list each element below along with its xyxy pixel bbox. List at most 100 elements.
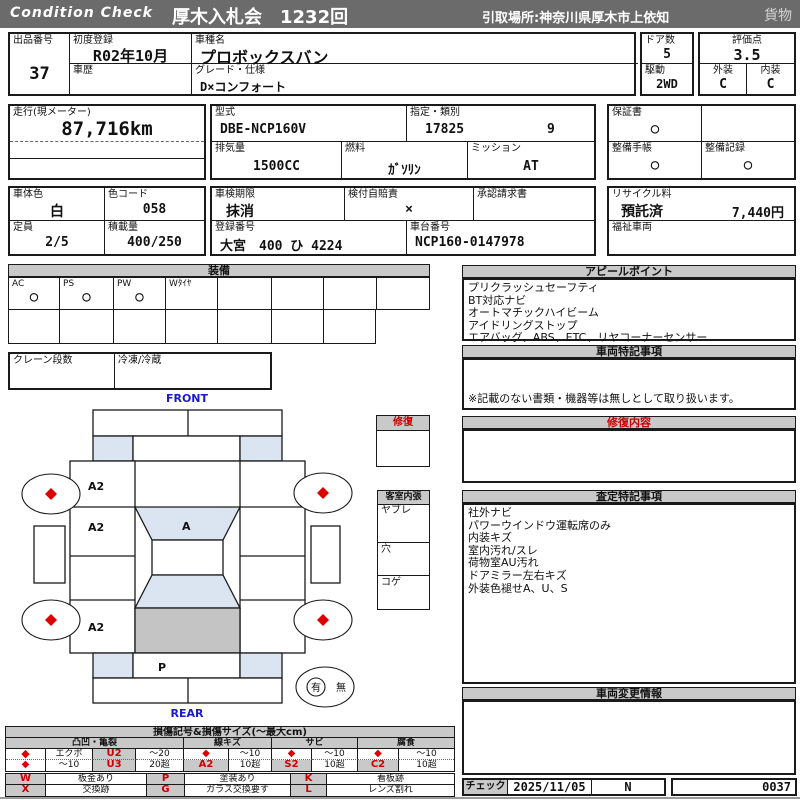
field-welfare: 福祉車両 [609, 221, 794, 254]
panel-code-p-rear: P [158, 661, 166, 674]
field-jibaiseki: 検付自賠責 × [345, 188, 474, 221]
code-x: X [6, 785, 46, 796]
field-maintenance-record: 整備記録 ○ [702, 142, 794, 178]
repair-flag-title: 修復 [393, 417, 413, 428]
cabin-lining-tear-label: ヤブレ [381, 505, 411, 516]
warranty-label: 保証書 [612, 107, 642, 118]
field-load-capacity: 積載量 400/250 [105, 221, 204, 254]
damage-legend-table: 損傷記号&損傷サイズ(～最大cm) 凸凹・亀裂 線キズ サビ 腐食 ◆ エクボ … [5, 726, 455, 772]
doors-label: ドア数 [645, 35, 675, 46]
crane-fridge-box: クレーン段数 冷凍/冷蔵 [8, 352, 272, 390]
left-side-step-panel [34, 526, 65, 583]
field-model-name: 車種名 プロボックスバン [192, 34, 638, 64]
lot-number-value: 37 [10, 64, 69, 84]
legend-dent-size-20: ～20 [136, 749, 184, 760]
rear-right-corner-panel [240, 653, 282, 678]
legend-dent-code-u2: U2 [93, 749, 136, 760]
field-displacement: 排気量 1500CC [212, 142, 342, 178]
assessment-body: 社外ナビ パワーウインドウ運転席のみ 内装キズ 室内汚れ/スレ 荷物室AU汚れ … [462, 503, 796, 684]
equipment-cell-pw: PW ○ [114, 278, 166, 309]
legend-corrosion-size-over10: 10超 [399, 760, 454, 771]
maintenance-book-label: 整備手帳 [612, 143, 652, 154]
check-inspector: N [592, 780, 664, 794]
panel-code-a2-fender: A2 [88, 480, 104, 493]
displacement-label: 排気量 [215, 143, 245, 154]
load-capacity-value: 400/250 [105, 235, 204, 250]
recycle-fee-label: リサイクル料 [612, 189, 672, 200]
legend-group-dent: 凸凹・亀裂 [6, 738, 184, 749]
appeal-header: アピールポイント [462, 265, 796, 278]
field-lot-number: 出品番号 37 [10, 34, 70, 94]
code-w: W [6, 774, 46, 785]
capacity-label: 定員 [13, 222, 33, 233]
field-doors: ドア数 5 [642, 34, 692, 64]
field-history: 車歴 [70, 64, 192, 94]
body-color-value: 白 [10, 201, 104, 221]
field-warranty: 保証書 ○ [609, 106, 702, 142]
legend-group-corrosion: 腐食 [358, 738, 454, 749]
legend-dent-size-over20: 20超 [136, 760, 184, 771]
assessment-header: 査定特記事項 [462, 490, 796, 503]
bottom-rule [0, 797, 800, 799]
score-box: 評価点 3.5 外装 C 内装 C [698, 32, 796, 96]
legend-diamond-icon: ◆ [184, 749, 229, 760]
equipment-row2-cell [9, 310, 60, 343]
assessment-line: パワーウインドウ運転席のみ [468, 520, 790, 533]
right-side-step-panel [311, 526, 340, 583]
field-registration-number: 登録番号 大宮 400 ひ 4224 [212, 221, 407, 254]
repair-details-header: 修復内容 [462, 416, 796, 429]
mileage-divider-dashed [10, 141, 204, 142]
equipment-row2-cell [272, 310, 324, 343]
equipment-cell-empty-3 [324, 278, 377, 309]
crane-label: クレーン段数 [13, 355, 73, 366]
doors-drive-box: ドア数 5 駆動 2WD [640, 32, 694, 96]
legend-scratch-code-a2: A2 [184, 760, 229, 771]
field-interior-grade: 内装 C [747, 64, 794, 94]
mission-value: AT [468, 159, 594, 174]
recycle-fee-value: 7,440円 [732, 202, 784, 221]
auction-title: 厚木入札会 1232回 [172, 3, 348, 29]
equipment-row2-cell [166, 310, 218, 343]
exterior-grade-label: 外装 [700, 65, 746, 76]
legend-diamond-icon: ◆ [6, 760, 46, 771]
vehicle-id-box: 出品番号 37 初度登録 R02年10月 車種名 プロボックスバン 車歴 グレー… [8, 32, 636, 96]
grade-label: グレード・仕様 [195, 65, 265, 76]
equipment-row-1: AC ○ PS ○ PW ○ Wﾀｲﾔ [8, 277, 430, 310]
condition-check-logo: Condition Check [10, 5, 153, 21]
vin-label: 車台番号 [410, 222, 450, 233]
code-l: L [291, 785, 327, 796]
equipment-header: 装備 [8, 264, 430, 277]
cabin-lining-row-tear: ヤブレ [378, 504, 429, 543]
equipment-row-2 [8, 309, 376, 344]
repair-flag-box: 修復 [376, 415, 430, 467]
panel-code-a2-quarter: A2 [88, 621, 104, 634]
hood-left-corner-panel [93, 436, 133, 461]
maintenance-record-label: 整備記録 [705, 143, 745, 154]
fridge-label: 冷凍/冷蔵 [118, 355, 161, 366]
vehicle-notes-note: ※記載のない書類・機器等は無しとして取り扱います。 [468, 390, 740, 406]
field-type-class: 指定・類別 17825 9 [407, 106, 594, 142]
jibaiseki-mark: × [345, 202, 473, 217]
assessment-line: 内装キズ [468, 532, 790, 545]
field-first-registration: 初度登録 R02年10月 [70, 34, 192, 64]
field-inspection: 車検期限 抹消 [212, 188, 345, 221]
legend-scratch-size-10: ～10 [229, 749, 272, 760]
vehicle-notes-header: 車両特記事項 [462, 345, 796, 358]
inspection-registration-box: 車検期限 抹消 検付自賠責 × 承認請求書 登録番号 大宮 400 ひ 4224… [210, 186, 596, 256]
cabin-lining-row-burn: コゲ [378, 576, 429, 609]
equipment-row2-cell [114, 310, 166, 343]
repair-details-body [462, 429, 796, 483]
header-bar: Condition Check 厚木入札会 1232回 引取場所:神奈川県厚木市… [0, 0, 800, 28]
drive-value: 2WD [642, 77, 692, 91]
mileage-divider-solid [10, 158, 204, 159]
equipment-cell-wtire: Wﾀｲﾔ [166, 278, 218, 309]
field-fridge: 冷凍/冷蔵 [115, 354, 270, 388]
field-grade: グレード・仕様 D×コンフォート [192, 64, 638, 94]
cargo-floor-panel [135, 608, 240, 653]
field-maintenance-book: 整備手帳 ○ [609, 142, 702, 178]
damage-legend-title: 損傷記号&損傷サイズ(～最大cm) [6, 727, 454, 738]
hood-center-panel [133, 436, 240, 461]
spare-absent-label: 無 [336, 681, 346, 694]
legend-diamond-icon: ◆ [358, 749, 399, 760]
field-body-color: 車体色 白 [10, 188, 105, 221]
